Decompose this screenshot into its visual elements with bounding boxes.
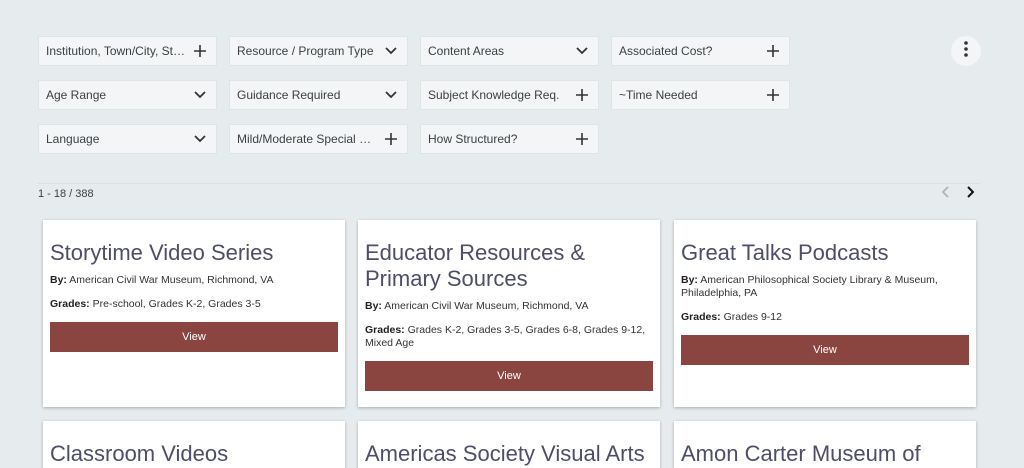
filter-language[interactable]: Language bbox=[38, 124, 217, 154]
plus-icon bbox=[192, 43, 208, 59]
filter-label: Language bbox=[46, 132, 100, 146]
resource-card: Classroom Videos bbox=[43, 421, 345, 468]
card-title: Americas Society Visual Arts bbox=[365, 441, 645, 466]
card-title: Educator Resources & Primary Sources bbox=[365, 240, 586, 291]
chevron-down-icon bbox=[383, 43, 399, 59]
plus-icon bbox=[574, 131, 590, 147]
filter-row-3: Language Mild/Moderate Special N… How St… bbox=[38, 124, 790, 154]
chevron-down-icon bbox=[574, 43, 590, 59]
next-page-button[interactable] bbox=[962, 186, 978, 202]
plus-icon bbox=[765, 43, 781, 59]
view-button[interactable]: View bbox=[365, 361, 653, 391]
card-grades: Grades: Pre-school, Grades K-2, Grades 3… bbox=[50, 298, 338, 311]
filter-label: Subject Knowledge Req. bbox=[428, 88, 560, 102]
filter-label: Institution, Town/City, Sta… bbox=[46, 44, 188, 58]
filter-time-needed[interactable]: ~Time Needed bbox=[611, 80, 790, 110]
resource-card: Great Talks Podcasts By: American Philos… bbox=[674, 220, 976, 407]
previous-page-button[interactable] bbox=[938, 186, 954, 202]
plus-icon bbox=[765, 87, 781, 103]
card-by-value: American Civil War Museum, Richmond, VA bbox=[384, 300, 589, 312]
filter-label: Mild/Moderate Special N… bbox=[237, 132, 379, 146]
filter-label: ~Time Needed bbox=[619, 88, 698, 102]
chevron-down-icon bbox=[383, 87, 399, 103]
filter-associated-cost[interactable]: Associated Cost? bbox=[611, 36, 790, 66]
plus-icon bbox=[383, 131, 399, 147]
resource-card: Storytime Video Series By: American Civi… bbox=[43, 220, 345, 407]
filter-how-structured[interactable]: How Structured? bbox=[420, 124, 599, 154]
resource-card: Educator Resources & Primary Sources By:… bbox=[358, 220, 660, 407]
card-by: By: American Civil War Museum, Richmond,… bbox=[365, 300, 653, 313]
filter-label: Associated Cost? bbox=[619, 44, 713, 58]
grades-label: Grades: bbox=[365, 324, 405, 336]
by-label: By: bbox=[681, 274, 698, 286]
grades-label: Grades: bbox=[50, 298, 90, 310]
card-title: Amon Carter Museum of bbox=[681, 441, 921, 466]
pagination-range: 1 - 18 / 388 bbox=[38, 188, 94, 200]
divider bbox=[38, 183, 980, 184]
card-title: Classroom Videos bbox=[50, 441, 229, 466]
chevron-left-icon bbox=[941, 185, 950, 203]
filter-label: How Structured? bbox=[428, 132, 518, 146]
chevron-down-icon bbox=[192, 131, 208, 147]
card-grades-value: Grades K-2, Grades 3-5, Grades 6-8, Grad… bbox=[365, 324, 646, 349]
card-grades-value: Grades 9-12 bbox=[723, 311, 782, 323]
more-vert-icon bbox=[964, 40, 968, 62]
filter-resource-type[interactable]: Resource / Program Type bbox=[229, 36, 408, 66]
filter-label: Guidance Required bbox=[237, 88, 341, 102]
card-title: Storytime Video Series bbox=[50, 240, 274, 265]
by-label: By: bbox=[50, 274, 67, 286]
filter-label: Content Areas bbox=[428, 44, 505, 58]
card-grades-value: Pre-school, Grades K-2, Grades 3-5 bbox=[92, 298, 261, 310]
view-button[interactable]: View bbox=[681, 335, 969, 365]
filter-subject-knowledge[interactable]: Subject Knowledge Req. bbox=[420, 80, 599, 110]
chevron-down-icon bbox=[192, 87, 208, 103]
grades-label: Grades: bbox=[681, 311, 721, 323]
filter-guidance-required[interactable]: Guidance Required bbox=[229, 80, 408, 110]
filter-institution[interactable]: Institution, Town/City, Sta… bbox=[38, 36, 217, 66]
plus-icon bbox=[574, 87, 590, 103]
card-by: By: American Philosophical Society Libra… bbox=[681, 274, 969, 300]
more-options-button[interactable] bbox=[951, 36, 981, 66]
filter-label: Resource / Program Type bbox=[237, 44, 374, 58]
card-grades: Grades: Grades 9-12 bbox=[681, 311, 969, 324]
resource-card: Amon Carter Museum of bbox=[674, 421, 976, 468]
view-button[interactable]: View bbox=[50, 322, 338, 352]
card-by-value: American Philosophical Society Library &… bbox=[681, 274, 938, 299]
card-by: By: American Civil War Museum, Richmond,… bbox=[50, 274, 338, 287]
card-title: Great Talks Podcasts bbox=[681, 240, 889, 265]
card-by-value: American Civil War Museum, Richmond, VA bbox=[69, 274, 274, 286]
resource-card: Americas Society Visual Arts bbox=[358, 421, 660, 468]
filter-row-2: Age Range Guidance Required Subject Know… bbox=[38, 80, 790, 110]
filter-content-areas[interactable]: Content Areas bbox=[420, 36, 599, 66]
filter-label: Age Range bbox=[46, 88, 107, 102]
filter-special-needs[interactable]: Mild/Moderate Special N… bbox=[229, 124, 408, 154]
filter-age-range[interactable]: Age Range bbox=[38, 80, 217, 110]
filter-panel: Institution, Town/City, Sta… Resource / … bbox=[38, 36, 790, 168]
chevron-right-icon bbox=[966, 185, 975, 203]
by-label: By: bbox=[365, 300, 382, 312]
card-grades: Grades: Grades K-2, Grades 3-5, Grades 6… bbox=[365, 324, 653, 350]
filter-row-1: Institution, Town/City, Sta… Resource / … bbox=[38, 36, 790, 66]
